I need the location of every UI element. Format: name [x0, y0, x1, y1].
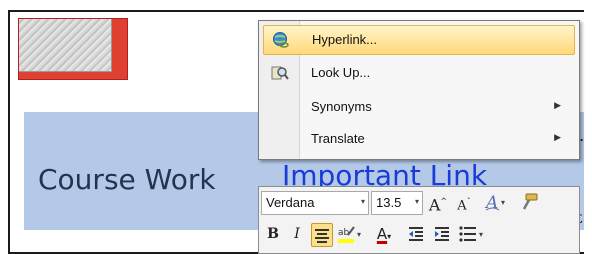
increase-indent-button[interactable] [431, 223, 453, 245]
font-name-value: Verdana [266, 195, 315, 210]
highlight-color-button[interactable]: ab ▾ [335, 223, 365, 245]
italic-icon: I [294, 226, 300, 242]
format-painter-icon [522, 193, 538, 210]
grow-font-button[interactable]: A^ [427, 191, 449, 215]
align-center-icon [315, 229, 329, 243]
globe-link-icon [273, 32, 289, 48]
font-name-select[interactable]: Verdana ▾ [261, 191, 369, 215]
highlighter-icon: ab ▾ [338, 226, 361, 243]
bullet-list-icon: ▾ [459, 226, 483, 242]
menu-item-label: Hyperlink... [312, 32, 378, 47]
menu-item-label: Synonyms [311, 99, 372, 114]
italic-button[interactable]: I [287, 223, 307, 245]
decrease-indent-button[interactable] [405, 223, 427, 245]
submenu-arrow-icon: ▶ [554, 100, 561, 110]
grow-font-icon: A [428, 195, 441, 215]
bold-button[interactable]: B [263, 223, 283, 245]
menu-item-hyperlink[interactable]: Hyperlink... [263, 25, 575, 55]
font-size-value: 13.5 [376, 195, 402, 210]
chevron-down-icon: ▾ [414, 197, 419, 206]
decrease-indent-icon [409, 227, 423, 241]
menu-item-look-up[interactable]: Look Up... [263, 59, 573, 87]
increase-indent-icon [435, 227, 449, 241]
image-texture [19, 19, 112, 72]
bullets-button[interactable]: ▾ [457, 223, 487, 245]
shrink-font-button[interactable]: Aˇ [453, 191, 475, 213]
context-menu: Hyperlink... Look Up... Synonyms ▶ Trans… [258, 20, 580, 160]
font-size-select[interactable]: 13.5 ▾ [371, 191, 423, 215]
submenu-arrow-icon: ▶ [554, 132, 561, 142]
toolbar-row-1: Verdana ▾ 13.5 ▾ A^ Aˇ A ▾ [259, 187, 579, 217]
svg-text:ab: ab [338, 228, 350, 238]
research-icon [271, 66, 289, 80]
svg-text:▾: ▾ [479, 230, 483, 239]
embedded-image[interactable] [18, 18, 128, 80]
styles-icon: A ▾ [484, 193, 505, 213]
center-align-button[interactable] [311, 223, 333, 247]
course-work-text: Course Work [38, 163, 216, 196]
font-color-button[interactable]: A▾ [369, 223, 399, 245]
chevron-down-icon: ▾ [360, 197, 365, 206]
format-painter-button[interactable] [517, 191, 541, 213]
svg-text:▾: ▾ [501, 198, 505, 207]
font-color-icon: A [376, 225, 388, 243]
styles-button[interactable]: A ▾ [481, 191, 511, 213]
mini-formatting-toolbar: Verdana ▾ 13.5 ▾ A^ Aˇ A ▾ B I ab ▾ A▾ ▾ [258, 186, 580, 254]
menu-item-label: Look Up... [311, 65, 371, 80]
toolbar-row-2: B I ab ▾ A▾ ▾ [259, 219, 579, 249]
shrink-font-icon: A [457, 198, 467, 214]
menu-item-translate[interactable]: Translate ▶ [263, 125, 573, 153]
menu-item-synonyms[interactable]: Synonyms ▶ [263, 93, 573, 121]
bold-icon: B [267, 226, 279, 242]
menu-item-label: Translate [311, 131, 365, 146]
svg-text:▾: ▾ [357, 230, 361, 239]
